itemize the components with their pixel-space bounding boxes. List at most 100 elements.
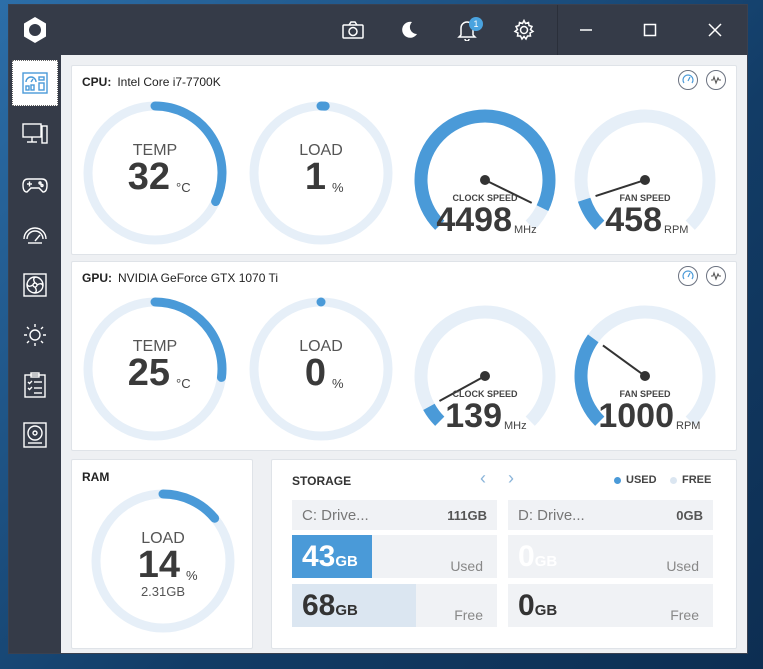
sidebar-item-tasks[interactable] [12,362,58,408]
drive-d-header[interactable]: D: Drive... 0GB [508,500,713,530]
gpu-panel: GPU: NVIDIA GeForce GTX 1070 Ti TEMP 25 °… [71,261,737,451]
drive-d-free-unit: GB [534,602,558,619]
sidebar-item-dashboard[interactable] [12,60,58,106]
drive-d-size: 0GB [676,507,703,523]
gpu-fan-unit: RPM [676,420,701,432]
drive-c-size: 111GB [447,507,487,523]
gear-icon[interactable] [502,5,546,55]
drive-c-free-label: Free [454,607,483,623]
drive-d-used-number: 0 [518,540,535,573]
drive-c-free-value: 68GB [302,589,358,623]
prev-arrow-icon[interactable]: ‹ [480,468,486,489]
titlebar-divider [557,5,558,55]
cpu-temp-value: 32 [127,156,170,198]
cpu-clock-value: 4498 [436,201,512,239]
gpu-load-value: 0 [304,352,326,394]
drive-c-used-label: Used [450,558,483,574]
dashboard-icon [22,72,48,94]
drive-c-used-unit: GB [335,553,358,570]
storage-panel: STORAGE ‹ › USED FREE C: Drive... 111GB … [271,459,737,649]
notification-badge: 1 [469,17,483,31]
close-icon[interactable] [693,5,737,55]
gpu-temp-value: 25 [127,352,170,394]
drive-d-used-unit: GB [534,553,558,570]
gamepad-icon [22,178,48,193]
app-logo-icon [9,5,61,55]
drive-c-used-row: 43GB Used [292,535,497,578]
ram-panel: RAM LOAD 14 % 2.31GB [71,459,253,649]
cpu-panel: CPU: Intel Core i7-7700K TEMP 32 °C LOAD … [71,65,737,255]
legend-used: USED [614,474,657,486]
cpu-temp-gauge: TEMP 32 °C [80,98,230,248]
maximize-icon[interactable] [628,5,672,55]
drive-c-name: C: Drive... [302,506,369,524]
gpu-model: NVIDIA GeForce GTX 1070 Ti [118,271,279,285]
hard-drive-icon [23,422,47,448]
cpu-clock-gauge: CLOCK SPEED 4498 MHz [410,98,560,248]
cpu-model: Intel Core i7-7700K [117,75,221,89]
drive-d-free-row: 0GB Free [508,584,713,627]
drive-d-free-value: 0GB [518,589,557,623]
sidebar-item-overclock[interactable] [12,212,58,258]
cpu-fan-value: 458 [605,201,662,239]
gpu-load-unit: % [332,376,344,391]
gpu-label: GPU: [82,271,112,285]
monitor-icon [22,123,48,144]
cpu-title: CPU: Intel Core i7-7700K [82,75,221,89]
minimize-icon[interactable] [564,5,608,55]
gpu-clock-gauge: CLOCK SPEED 139 MHz [410,294,560,444]
gauge-view-icon[interactable] [678,70,698,90]
next-arrow-icon[interactable]: › [508,468,514,489]
sidebar-item-system[interactable] [12,111,58,157]
gauge-view-icon[interactable] [678,266,698,286]
sun-icon [24,324,46,346]
drive-c-used-number: 43 [302,540,336,573]
cpu-clock-unit: MHz [514,224,537,236]
drive-c-free-unit: GB [335,602,358,619]
speedometer-icon [23,227,47,244]
drive-c-header[interactable]: C: Drive... 111GB [292,500,497,530]
checklist-icon [24,372,46,398]
drive-d-used-value: 0GB [518,540,557,574]
sidebar-item-storage[interactable] [12,412,58,458]
legend-free: FREE [670,474,711,486]
camera-icon[interactable] [331,5,375,55]
drive-d-name: D: Drive... [518,506,585,524]
sidebar-item-lighting[interactable] [12,312,58,358]
gpu-fan-gauge: FAN SPEED 1000 RPM [570,294,720,444]
ram-used-value: 2.31GB [140,584,186,599]
fan-icon [23,273,47,297]
gpu-title: GPU: NVIDIA GeForce GTX 1070 Ti [82,271,278,285]
cpu-label: CPU: [82,75,112,89]
ram-load-gauge: LOAD 14 % 2.31GB [88,486,238,636]
sidebar-item-cooling[interactable] [12,262,58,308]
graph-view-icon[interactable] [706,70,726,90]
drive-d-free-number: 0 [518,589,535,622]
drive-d-used-row: 0GB Used [508,535,713,578]
gpu-temp-gauge: TEMP 25 °C [80,294,230,444]
gpu-clock-value: 139 [445,397,502,435]
drive-c-free-number: 68 [302,589,336,622]
title-bar: 1 [9,5,747,55]
bell-icon[interactable]: 1 [445,5,489,55]
app-window: 1 CPU: Intel Core i7-7700K TEMP 32 °C LO… [8,4,748,654]
sidebar [9,55,61,653]
drive-c-used-value: 43GB [302,540,358,574]
cpu-temp-unit: °C [176,180,191,195]
sidebar-item-gaming[interactable] [12,162,58,208]
cpu-fan-gauge: FAN SPEED 458 RPM [570,98,720,248]
cpu-load-gauge: LOAD 1 % [246,98,396,248]
storage-title: STORAGE [292,474,352,488]
gpu-clock-unit: MHz [504,420,527,432]
cpu-load-value: 1 [304,156,326,198]
moon-icon[interactable] [387,5,431,55]
dashboard-content: CPU: Intel Core i7-7700K TEMP 32 °C LOAD … [61,55,747,653]
drive-d-free-label: Free [670,607,699,623]
ram-title: RAM [82,470,110,484]
gpu-temp-unit: °C [176,376,191,391]
gpu-load-gauge: LOAD 0 % [246,294,396,444]
used-dot-icon [614,476,621,484]
graph-view-icon[interactable] [706,266,726,286]
drive-d-used-label: Used [666,558,699,574]
free-dot-icon [670,476,677,484]
